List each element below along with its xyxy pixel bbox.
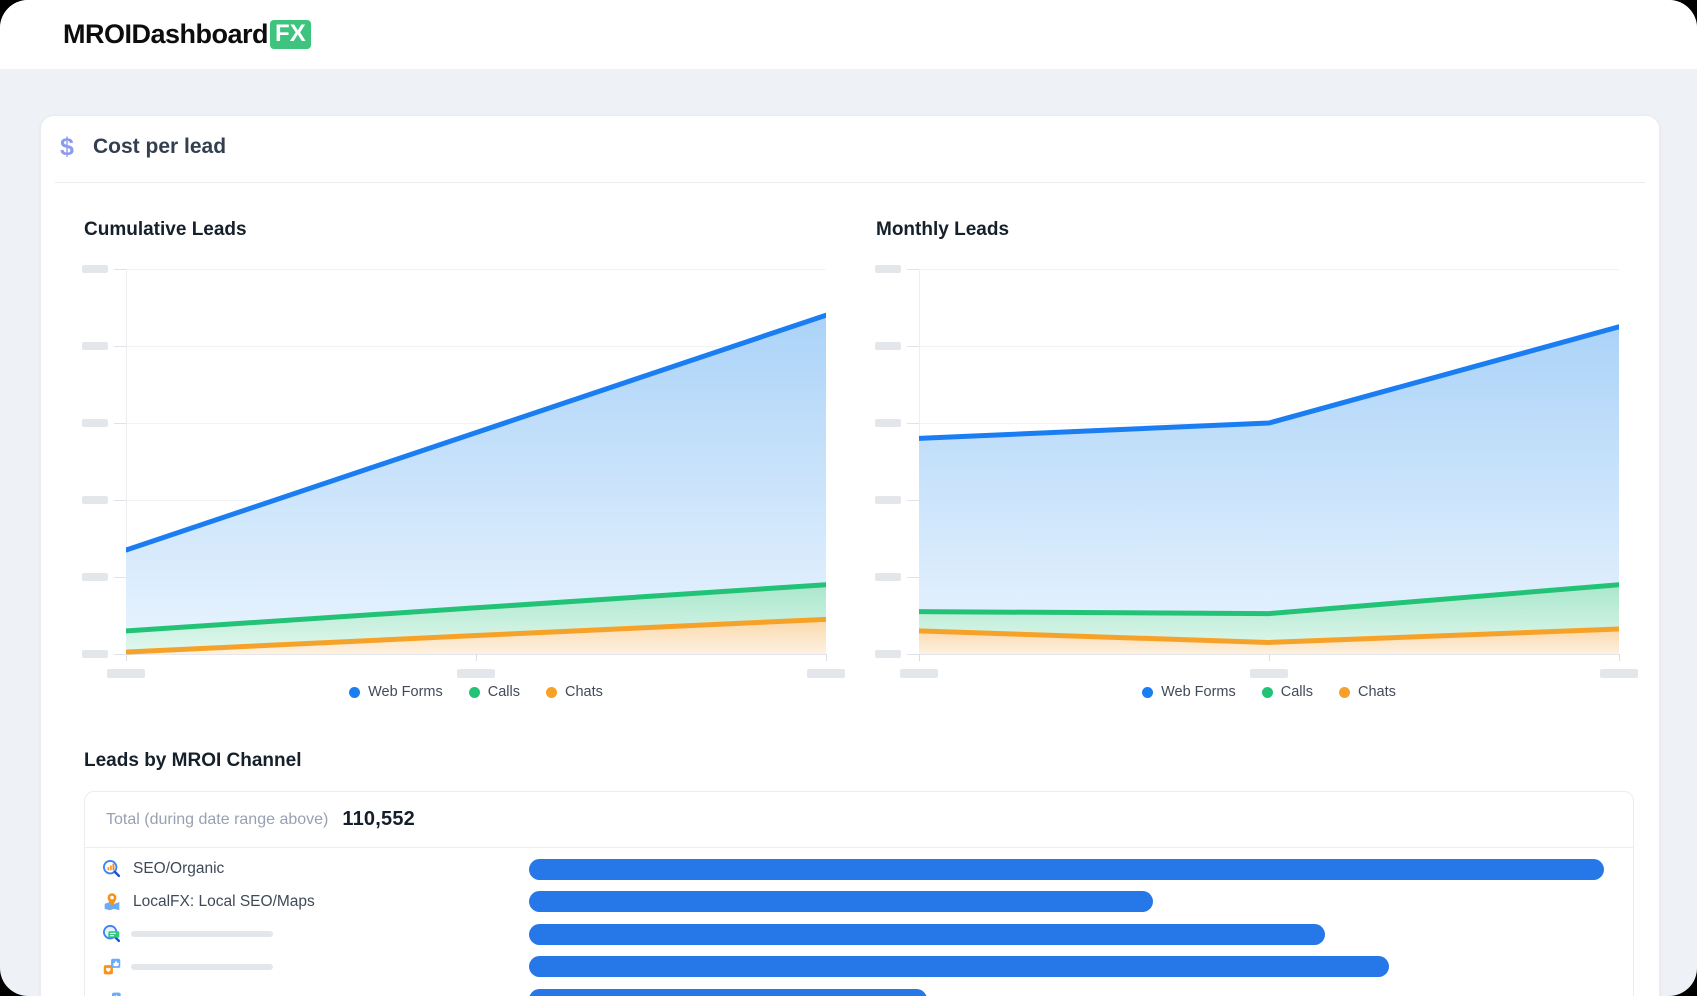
y-tick-mark: [114, 346, 126, 347]
chart-legend: Web Forms Calls Chats: [126, 684, 826, 700]
channel-label: SEO/Organic: [133, 860, 224, 878]
x-tick-label-redacted: [457, 669, 495, 678]
channel-label-redacted: [131, 964, 273, 970]
channel-row-localfx-local-seo-maps: LocalFX: Local SEO/Maps: [85, 886, 1633, 919]
legend-dot-icon: [1339, 687, 1350, 698]
legend-dot-icon: [1262, 687, 1273, 698]
top-header-bar: MROIDashboard FX: [0, 0, 1697, 69]
y-tick-mark: [114, 500, 126, 501]
y-tick-mark: [114, 269, 126, 270]
y-tick-mark: [907, 577, 919, 578]
legend-dot-icon: [469, 687, 480, 698]
panel-header-divider: [55, 182, 1645, 183]
total-row: Total (during date range above) 110,552: [85, 792, 1633, 848]
y-tick-label-redacted: [82, 342, 108, 350]
seo-organic-icon: [101, 858, 123, 880]
channel-lead-bar: [529, 956, 1389, 977]
y-tick-label-redacted: [875, 496, 901, 504]
legend-label: Chats: [565, 684, 603, 700]
legend-item-web-forms[interactable]: Web Forms: [349, 684, 443, 700]
legend-item-chats[interactable]: Chats: [1339, 684, 1396, 700]
total-label: Total (during date range above): [106, 811, 328, 829]
channel-lead-bar: [529, 924, 1325, 945]
legend-label: Web Forms: [368, 684, 443, 700]
social-ads-icon: [101, 956, 123, 978]
channel-lead-bar: [529, 891, 1153, 912]
dollar-icon: $: [60, 133, 74, 162]
logo-fx-badge: FX: [270, 20, 311, 48]
section-title-leads-by-channel: Leads by MROI Channel: [84, 750, 301, 772]
legend-label: Calls: [1281, 684, 1313, 700]
legend-item-web-forms[interactable]: Web Forms: [1142, 684, 1236, 700]
local-seo-maps-icon: [101, 891, 123, 913]
y-tick-mark: [907, 500, 919, 501]
legend-item-chats[interactable]: Chats: [546, 684, 603, 700]
x-tick-mark: [826, 654, 827, 661]
legend-label: Chats: [1358, 684, 1396, 700]
x-tick-mark: [126, 654, 127, 661]
x-tick-mark: [919, 654, 920, 661]
app-logo[interactable]: MROIDashboard FX: [63, 19, 311, 50]
y-tick-label-redacted: [875, 342, 901, 350]
channel-lead-bar: [529, 989, 927, 996]
y-tick-label-redacted: [875, 650, 901, 658]
y-tick-label-redacted: [82, 419, 108, 427]
x-tick-mark: [1269, 654, 1270, 661]
y-tick-label-redacted: [82, 650, 108, 658]
paid-social-icon: [101, 989, 123, 996]
area-chart-svg: [126, 269, 826, 659]
panel-title: Cost per lead: [93, 135, 226, 159]
plot-area-cumulative: [126, 269, 826, 659]
channel-row-seo-organic: SEO/Organic: [85, 853, 1633, 886]
total-value: 110,552: [342, 808, 415, 831]
y-tick-label-redacted: [875, 265, 901, 273]
chart-legend: Web Forms Calls Chats: [919, 684, 1619, 700]
x-tick-mark: [476, 654, 477, 661]
channel-lead-bar: [529, 859, 1604, 880]
chart-title-monthly-leads: Monthly Leads: [876, 219, 1009, 241]
y-tick-label-redacted: [875, 573, 901, 581]
y-tick-mark: [907, 654, 919, 655]
legend-item-calls[interactable]: Calls: [1262, 684, 1313, 700]
plot-area-monthly: [919, 269, 1619, 659]
legend-dot-icon: [546, 687, 557, 698]
y-tick-mark: [907, 269, 919, 270]
logo-text: MROIDashboard: [63, 19, 268, 50]
y-tick-label-redacted: [82, 265, 108, 273]
dashboard-screenshot: MROIDashboard FX $ Cost per lead Cumulat…: [0, 0, 1697, 996]
paid-search-icon: [101, 923, 123, 945]
x-tick-label-redacted: [107, 669, 145, 678]
legend-label: Calls: [488, 684, 520, 700]
x-tick-label-redacted: [900, 669, 938, 678]
legend-dot-icon: [349, 687, 360, 698]
x-tick-label-redacted: [807, 669, 845, 678]
x-tick-mark: [1619, 654, 1620, 661]
chart-title-cumulative-leads: Cumulative Leads: [84, 219, 247, 241]
y-tick-mark: [114, 423, 126, 424]
y-tick-label-redacted: [82, 573, 108, 581]
y-tick-mark: [907, 423, 919, 424]
area-chart-svg: [919, 269, 1619, 659]
channel-row-redacted-3: [85, 918, 1633, 951]
legend-dot-icon: [1142, 687, 1153, 698]
y-tick-label-redacted: [82, 496, 108, 504]
channel-row-redacted-4: [85, 951, 1633, 984]
channel-label-redacted: [131, 931, 273, 937]
legend-item-calls[interactable]: Calls: [469, 684, 520, 700]
channel-row-redacted-5: [85, 983, 1633, 996]
x-tick-label-redacted: [1250, 669, 1288, 678]
channel-label: LocalFX: Local SEO/Maps: [133, 893, 315, 911]
legend-label: Web Forms: [1161, 684, 1236, 700]
y-tick-mark: [907, 346, 919, 347]
y-tick-mark: [114, 654, 126, 655]
y-tick-mark: [114, 577, 126, 578]
leads-by-channel-card: Total (during date range above) 110,552 …: [84, 791, 1634, 996]
panel-header: $ Cost per lead: [41, 116, 1659, 183]
x-tick-label-redacted: [1600, 669, 1638, 678]
channel-rows: SEO/Organic LocalFX: Local SEO/Maps: [85, 848, 1633, 996]
cost-per-lead-panel: $ Cost per lead Cumulative Leads Monthly…: [40, 115, 1660, 996]
y-tick-label-redacted: [875, 419, 901, 427]
